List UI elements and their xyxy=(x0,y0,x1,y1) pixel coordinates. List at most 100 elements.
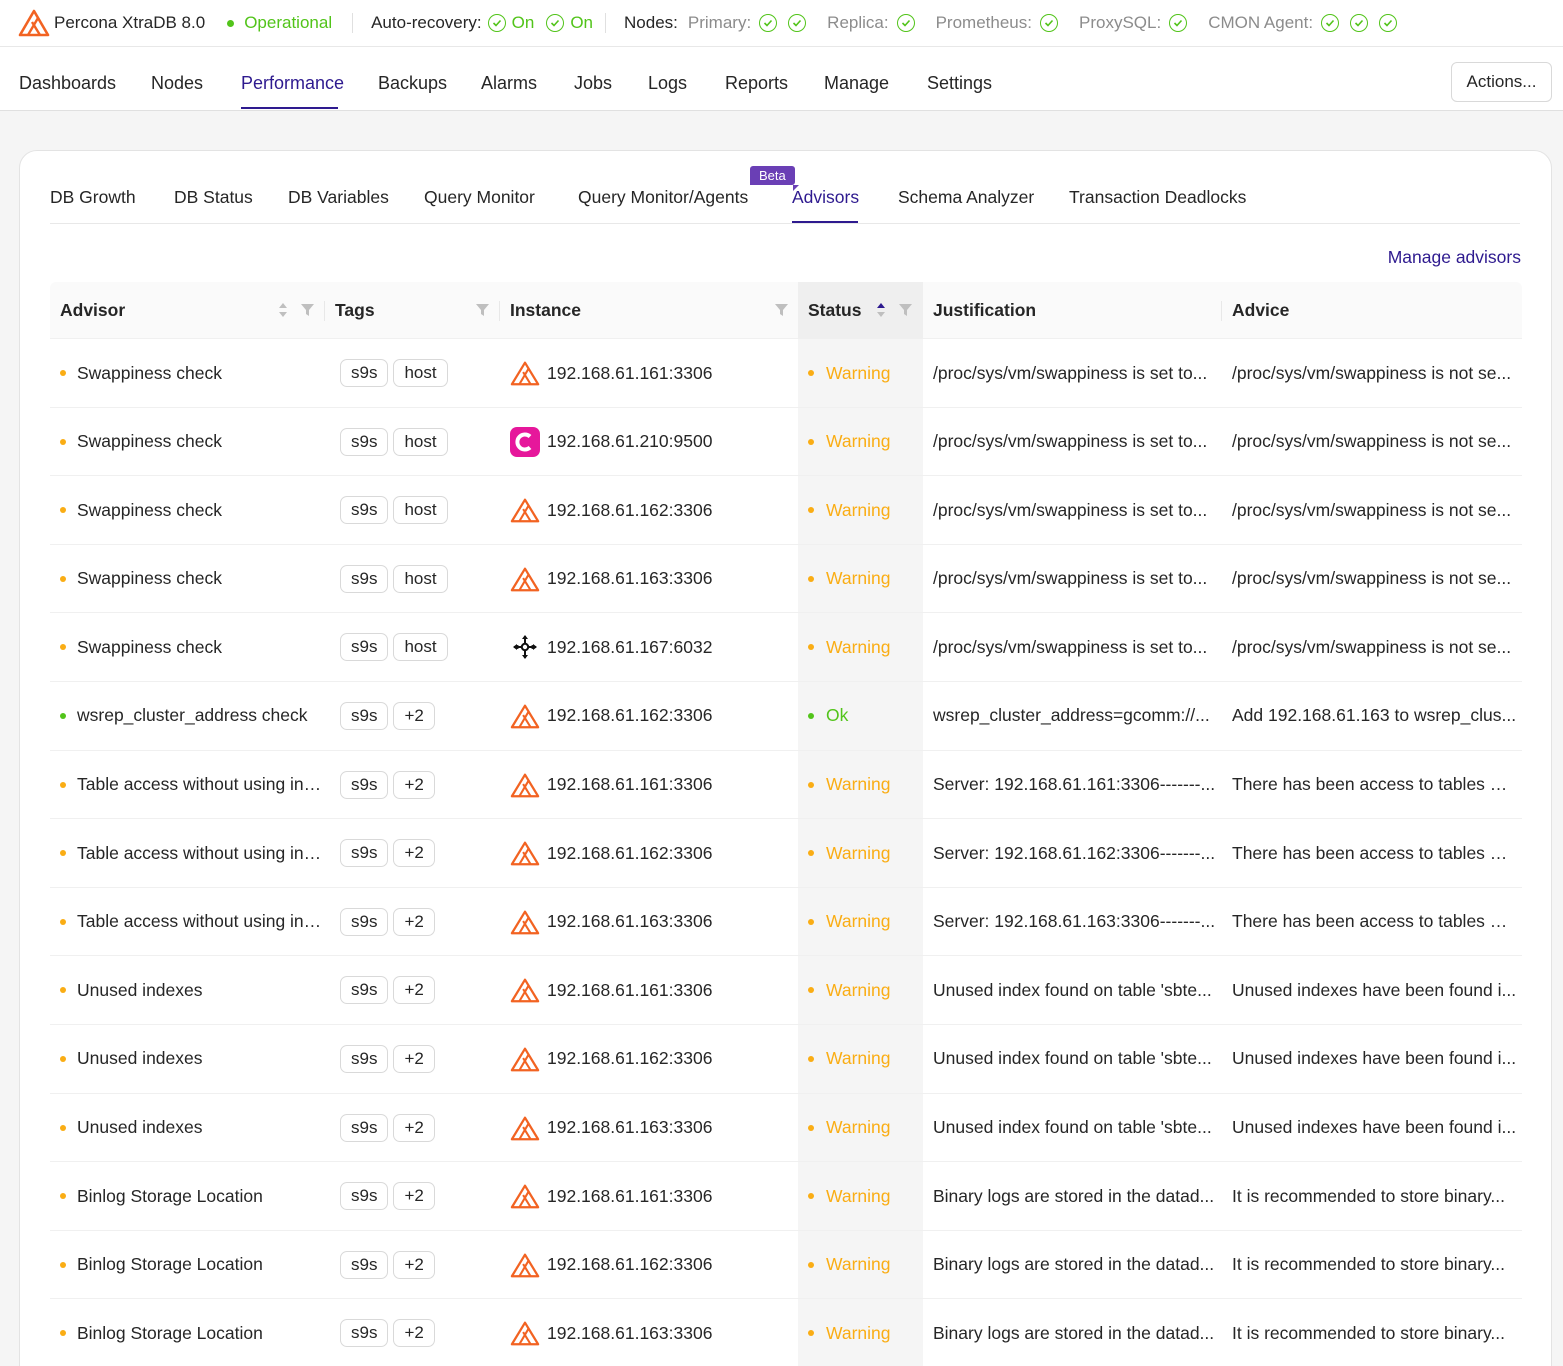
advisor-name[interactable]: Table access without using index xyxy=(77,911,325,932)
advisor-name[interactable]: wsrep_cluster_address check xyxy=(77,705,325,726)
tag-chip[interactable]: s9s xyxy=(340,976,389,1005)
tab-advisors[interactable]: Advisors xyxy=(792,187,859,208)
advisor-name[interactable]: Swappiness check xyxy=(77,568,325,589)
tag-chip[interactable]: s9s xyxy=(340,907,389,936)
advisor-cell[interactable]: Swappiness check xyxy=(60,476,325,544)
tag-chip[interactable]: s9s xyxy=(340,496,389,525)
tab-db-variables[interactable]: DB Variables xyxy=(288,187,389,208)
table-row[interactable]: Binlog Storage Location s9s +2 192.168.61.1… xyxy=(50,1162,1522,1231)
tab-transaction-deadlocks[interactable]: Transaction Deadlocks xyxy=(1069,187,1246,208)
table-row[interactable]: Table access without using index s9s +2 192… xyxy=(50,751,1522,820)
filter-icon[interactable] xyxy=(301,304,314,316)
tab-query-monitor[interactable]: Query Monitor xyxy=(424,187,535,208)
table-row[interactable]: Swappiness check s9s host 192.168.61.163:33… xyxy=(50,545,1522,614)
tag-chip[interactable]: +2 xyxy=(393,907,435,936)
nav-manage[interactable]: Manage xyxy=(824,73,889,94)
tab-db-growth[interactable]: DB Growth xyxy=(50,187,136,208)
table-row[interactable]: Unused indexes s9s +2 192.168.61.161:3306 Wa… xyxy=(50,956,1522,1025)
advisor-cell[interactable]: Swappiness check xyxy=(60,408,325,476)
table-row[interactable]: Table access without using index s9s +2 192… xyxy=(50,888,1522,957)
node-online-check-icon[interactable] xyxy=(1169,14,1188,32)
manage-advisors-link[interactable]: Manage advisors xyxy=(1388,247,1521,268)
advisor-cell[interactable]: Binlog Storage Location xyxy=(60,1162,325,1230)
instance-address[interactable]: 192.168.61.161:3306 xyxy=(547,363,712,384)
instance-address[interactable]: 192.168.61.163:3306 xyxy=(547,911,712,932)
node-online-check-icon[interactable] xyxy=(788,14,807,32)
node-online-check-icon[interactable] xyxy=(1379,14,1398,32)
column-tags[interactable]: Tags xyxy=(325,282,500,339)
table-row[interactable]: Swappiness check s9s host 192.168.61.161:33… xyxy=(50,339,1522,408)
advisor-name[interactable]: Swappiness check xyxy=(77,431,325,452)
advisor-name[interactable]: Swappiness check xyxy=(77,637,325,658)
instance-address[interactable]: 192.168.61.163:3306 xyxy=(547,568,712,589)
node-online-check-icon[interactable] xyxy=(896,14,915,32)
table-row[interactable]: Swappiness check s9s host 192.168.61.167:60… xyxy=(50,613,1522,682)
tab-query-monitor-agents[interactable]: Query Monitor/Agents xyxy=(578,187,748,208)
advisor-name[interactable]: Binlog Storage Location xyxy=(77,1254,325,1275)
node-online-check-icon[interactable] xyxy=(1350,14,1369,32)
tag-chip[interactable]: s9s xyxy=(340,770,389,799)
advisor-name[interactable]: Binlog Storage Location xyxy=(77,1186,325,1207)
tag-chip[interactable]: host xyxy=(393,564,448,593)
tag-chip[interactable]: host xyxy=(393,427,448,456)
advisor-name[interactable]: Unused indexes xyxy=(77,980,325,1001)
instance-address[interactable]: 192.168.61.162:3306 xyxy=(547,1254,712,1275)
table-row[interactable]: Table access without using index s9s +2 192… xyxy=(50,819,1522,888)
tag-chip[interactable]: s9s xyxy=(340,564,389,593)
tag-chip[interactable]: +2 xyxy=(393,1319,435,1348)
nav-logs[interactable]: Logs xyxy=(648,73,687,94)
advisor-name[interactable]: Unused indexes xyxy=(77,1117,325,1138)
cluster-recovery-status[interactable]: On xyxy=(512,13,535,33)
nav-jobs[interactable]: Jobs xyxy=(574,73,612,94)
column-status[interactable]: Status xyxy=(798,282,923,339)
nav-nodes[interactable]: Nodes xyxy=(151,73,203,94)
column-instance[interactable]: Instance xyxy=(500,282,798,339)
advisor-cell[interactable]: wsrep_cluster_address check xyxy=(60,682,325,750)
advisor-cell[interactable]: Binlog Storage Location xyxy=(60,1299,325,1366)
table-row[interactable]: wsrep_cluster_address check s9s +2 192.168.… xyxy=(50,682,1522,751)
node-online-check-icon[interactable] xyxy=(759,14,778,32)
instance-address[interactable]: 192.168.61.161:3306 xyxy=(547,774,712,795)
table-row[interactable]: Binlog Storage Location s9s +2 192.168.61.1… xyxy=(50,1299,1522,1366)
instance-address[interactable]: 192.168.61.162:3306 xyxy=(547,705,712,726)
tag-chip[interactable]: s9s xyxy=(340,701,389,730)
node-online-check-icon[interactable] xyxy=(1321,14,1340,32)
advisor-name[interactable]: Binlog Storage Location xyxy=(77,1323,325,1344)
sort-icon[interactable] xyxy=(277,300,289,320)
tag-chip[interactable]: +2 xyxy=(393,1182,435,1211)
tag-chip[interactable]: s9s xyxy=(340,359,389,387)
column-advice[interactable]: Advice xyxy=(1222,282,1522,339)
tag-chip[interactable]: s9s xyxy=(340,1250,389,1279)
sort-ascending-icon[interactable] xyxy=(875,300,887,320)
tag-chip[interactable]: +2 xyxy=(393,770,435,799)
nav-dashboards[interactable]: Dashboards xyxy=(19,73,116,94)
nav-backups[interactable]: Backups xyxy=(378,73,447,94)
advisor-cell[interactable]: Table access without using index xyxy=(60,888,325,956)
advisor-name[interactable]: Table access without using index xyxy=(77,774,325,795)
table-row[interactable]: Unused indexes s9s +2 192.168.61.163:3306 Wa… xyxy=(50,1094,1522,1163)
tag-chip[interactable]: +2 xyxy=(393,1044,435,1073)
tag-chip[interactable]: +2 xyxy=(393,701,435,730)
table-row[interactable]: Swappiness check s9s host 192.168.61.210:95… xyxy=(50,408,1522,477)
advisor-cell[interactable]: Swappiness check xyxy=(60,613,325,681)
advisor-cell[interactable]: Swappiness check xyxy=(60,545,325,613)
tag-chip[interactable]: +2 xyxy=(393,1250,435,1279)
tag-chip[interactable]: host xyxy=(393,496,448,525)
table-row[interactable]: Binlog Storage Location s9s +2 192.168.61.1… xyxy=(50,1231,1522,1300)
nav-settings[interactable]: Settings xyxy=(927,73,992,94)
advisor-cell[interactable]: Unused indexes xyxy=(60,956,325,1024)
instance-address[interactable]: 192.168.61.163:3306 xyxy=(547,1117,712,1138)
tag-chip[interactable]: +2 xyxy=(393,839,435,868)
tag-chip[interactable]: s9s xyxy=(340,1319,389,1348)
advisor-name[interactable]: Swappiness check xyxy=(77,500,325,521)
advisor-cell[interactable]: Swappiness check xyxy=(60,339,325,407)
advisor-name[interactable]: Table access without using index xyxy=(77,843,325,864)
node-recovery-status[interactable]: On xyxy=(570,13,593,33)
tag-chip[interactable]: s9s xyxy=(340,839,389,868)
column-justification[interactable]: Justification xyxy=(923,282,1222,339)
advisor-name[interactable]: Unused indexes xyxy=(77,1048,325,1069)
nav-alarms[interactable]: Alarms xyxy=(481,73,537,94)
instance-address[interactable]: 192.168.61.162:3306 xyxy=(547,843,712,864)
instance-address[interactable]: 192.168.61.163:3306 xyxy=(547,1323,712,1344)
instance-address[interactable]: 192.168.61.162:3306 xyxy=(547,500,712,521)
